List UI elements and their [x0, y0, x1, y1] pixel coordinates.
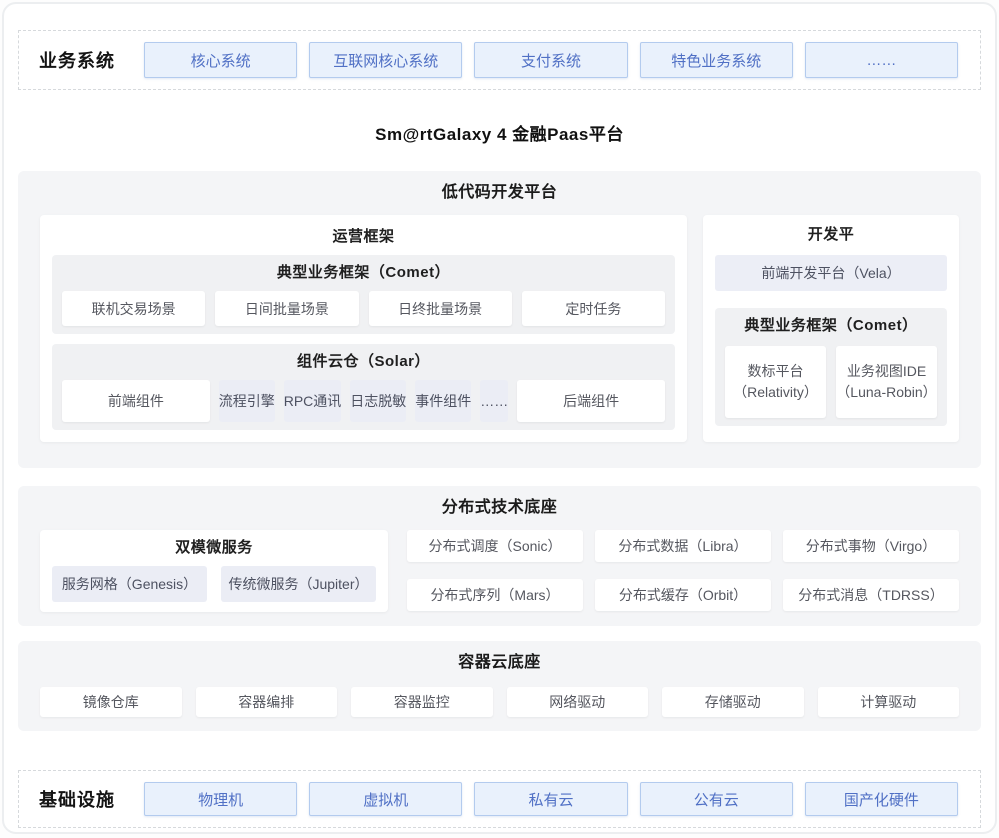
solar-component-items: 前端组件 流程引擎 RPC通讯 日志脱敏 事件组件 [62, 380, 665, 422]
page-title: Sm@rtGalaxy 4 金融Paas平台 [18, 120, 981, 145]
distributed-capability-item: 分布式数据（Libra） [595, 530, 771, 562]
distributed-capability-item: 分布式缓存（Orbit） [595, 579, 771, 611]
dev-comet-item-codename: （Luna-Robin） [836, 382, 936, 403]
dual-mode-item: 服务网格（Genesis） [52, 566, 207, 602]
business-system-chip: 核心系统 [144, 42, 297, 78]
dev-comet-box: 典型业务框架（Comet） 数标平台 （Relativity） 业务视图IDE … [715, 308, 947, 426]
comet-scenario-item: 日终批量场景 [369, 291, 512, 326]
comet-scenario-item: 日间批量场景 [215, 291, 358, 326]
dev-platform-panel: 开发平 前端开发平台（Vela） 典型业务框架（Comet） 数标平台 （Rel… [703, 215, 959, 442]
solar-component-title: 组件云仓（Solar） [62, 352, 665, 372]
infrastructure-chip: 虚拟机 [309, 782, 462, 816]
dev-comet-item: 数标平台 （Relativity） [725, 346, 826, 418]
container-base-title: 容器云底座 [40, 653, 959, 673]
operation-framework-title: 运营框架 [52, 227, 675, 247]
dev-comet-item-name: 数标平台 [748, 361, 804, 382]
lowcode-platform-title: 低代码开发平台 [40, 183, 959, 203]
solar-middle-item: …… [480, 380, 508, 422]
business-system-chip: 支付系统 [474, 42, 627, 78]
comet-framework-title: 典型业务框架（Comet） [62, 263, 665, 283]
operation-framework-panel: 运营框架 典型业务框架（Comet） 联机交易场景 日间批量场景 日终批量场景 … [40, 215, 687, 442]
distributed-base-content: 双模微服务 服务网格（Genesis） 传统微服务（Jupiter） 分布式调度… [40, 530, 959, 612]
container-capability-item: 存储驱动 [662, 687, 804, 717]
business-system-chip: …… [805, 42, 958, 78]
dev-comet-item: 业务视图IDE （Luna-Robin） [836, 346, 937, 418]
vela-frontend-platform-item: 前端开发平台（Vela） [715, 255, 947, 291]
dev-comet-item-codename: （Relativity） [733, 382, 818, 403]
dual-mode-microservice-panel: 双模微服务 服务网格（Genesis） 传统微服务（Jupiter） [40, 530, 388, 612]
infrastructure-row: 基础设施 物理机 虚拟机 私有云 公有云 国产化硬件 [18, 770, 981, 828]
business-systems-label: 业务系统 [39, 47, 132, 73]
distributed-base-section: 分布式技术底座 双模微服务 服务网格（Genesis） 传统微服务（Jupite… [18, 486, 981, 626]
container-capability-item: 计算驱动 [818, 687, 960, 717]
distributed-capability-item: 分布式调度（Sonic） [407, 530, 583, 562]
dual-mode-title: 双模微服务 [52, 538, 376, 558]
dev-platform-title: 开发平 [715, 225, 947, 245]
distributed-capability-item: 分布式序列（Mars） [407, 579, 583, 611]
comet-framework-box: 典型业务框架（Comet） 联机交易场景 日间批量场景 日终批量场景 定时任务 [52, 255, 675, 334]
solar-middle-item: 流程引擎 [219, 380, 275, 422]
business-system-chip: 互联网核心系统 [309, 42, 462, 78]
lowcode-platform-content: 运营框架 典型业务框架（Comet） 联机交易场景 日间批量场景 日终批量场景 … [40, 215, 959, 442]
backend-component-item: 后端组件 [517, 380, 665, 422]
dual-mode-item: 传统微服务（Jupiter） [221, 566, 376, 602]
infrastructure-items: 物理机 虚拟机 私有云 公有云 国产化硬件 [144, 782, 958, 816]
solar-middle-item: 事件组件 [415, 380, 471, 422]
container-capability-item: 容器监控 [351, 687, 493, 717]
solar-component-box: 组件云仓（Solar） 前端组件 流程引擎 RPC通讯 日志脱敏 [52, 344, 675, 430]
lowcode-platform-section: 低代码开发平台 运营框架 典型业务框架（Comet） 联机交易场景 日间批量场景… [18, 171, 981, 468]
business-systems-items: 核心系统 互联网核心系统 支付系统 特色业务系统 …… [144, 42, 958, 78]
business-systems-row: 业务系统 核心系统 互联网核心系统 支付系统 特色业务系统 …… [18, 30, 981, 90]
distributed-base-title: 分布式技术底座 [40, 498, 959, 518]
dual-mode-items: 服务网格（Genesis） 传统微服务（Jupiter） [52, 566, 376, 602]
business-system-chip: 特色业务系统 [640, 42, 793, 78]
dev-comet-items: 数标平台 （Relativity） 业务视图IDE （Luna-Robin） [725, 346, 937, 418]
infrastructure-chip: 物理机 [144, 782, 297, 816]
distributed-items-grid: 分布式调度（Sonic） 分布式数据（Libra） 分布式事物（Virgo） 分… [407, 530, 959, 612]
container-capability-item: 容器编排 [196, 687, 338, 717]
container-base-items: 镜像仓库 容器编排 容器监控 网络驱动 存储驱动 计算驱动 [40, 687, 959, 717]
comet-framework-items: 联机交易场景 日间批量场景 日终批量场景 定时任务 [62, 291, 665, 326]
architecture-diagram: 业务系统 核心系统 互联网核心系统 支付系统 特色业务系统 …… Sm@rtGa… [2, 2, 997, 834]
frontend-component-item: 前端组件 [62, 380, 210, 422]
distributed-capability-item: 分布式事物（Virgo） [783, 530, 959, 562]
comet-scenario-item: 联机交易场景 [62, 291, 205, 326]
infrastructure-label: 基础设施 [39, 786, 132, 812]
container-base-section: 容器云底座 镜像仓库 容器编排 容器监控 网络驱动 存储驱动 计算驱动 [18, 641, 981, 731]
infrastructure-chip: 公有云 [640, 782, 793, 816]
solar-middle-item: RPC通讯 [284, 380, 342, 422]
infrastructure-chip: 私有云 [474, 782, 627, 816]
infrastructure-chip: 国产化硬件 [805, 782, 958, 816]
comet-scenario-item: 定时任务 [522, 291, 665, 326]
distributed-capability-item: 分布式消息（TDRSS） [783, 579, 959, 611]
dev-comet-title: 典型业务框架（Comet） [725, 316, 937, 336]
container-capability-item: 网络驱动 [507, 687, 649, 717]
dev-comet-item-name: 业务视图IDE [847, 361, 926, 382]
solar-middle-item: 日志脱敏 [350, 380, 406, 422]
container-capability-item: 镜像仓库 [40, 687, 182, 717]
